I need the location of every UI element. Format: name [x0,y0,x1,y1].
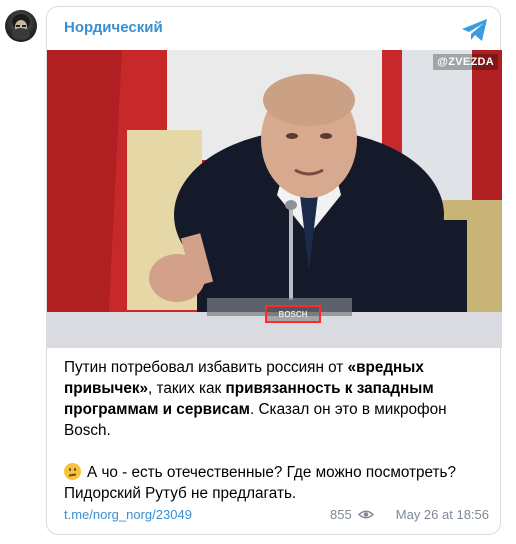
channel-name[interactable]: Нордический [64,19,163,36]
post-paragraph-2: А чо - есть отечественные? Где можно пос… [64,463,457,502]
channel-avatar[interactable] [5,10,37,42]
emoji-icon [64,463,81,480]
post-footer: t.me/norg_norg/23049 855 May 26 at 18:56 [64,507,489,527]
photo-watermark: @ZVEZDA [433,54,498,70]
post-link[interactable]: t.me/norg_norg/23049 [64,507,192,522]
post-text: Путин потребовал избавить россиян от «вр… [64,357,489,504]
eye-icon [358,510,374,519]
post-card: Нордический @ZVEZDA BOSCH Путин потребов… [46,6,502,535]
microphone-brand-label: BOSCH [265,305,321,323]
post-date: May 26 at 18:56 [395,507,489,522]
view-count: 855 [330,507,352,522]
telegram-icon[interactable] [460,17,490,43]
post-paragraph-1: Путин потребовал избавить россиян от «вр… [64,359,447,439]
post-photo[interactable]: @ZVEZDA BOSCH [47,50,502,348]
